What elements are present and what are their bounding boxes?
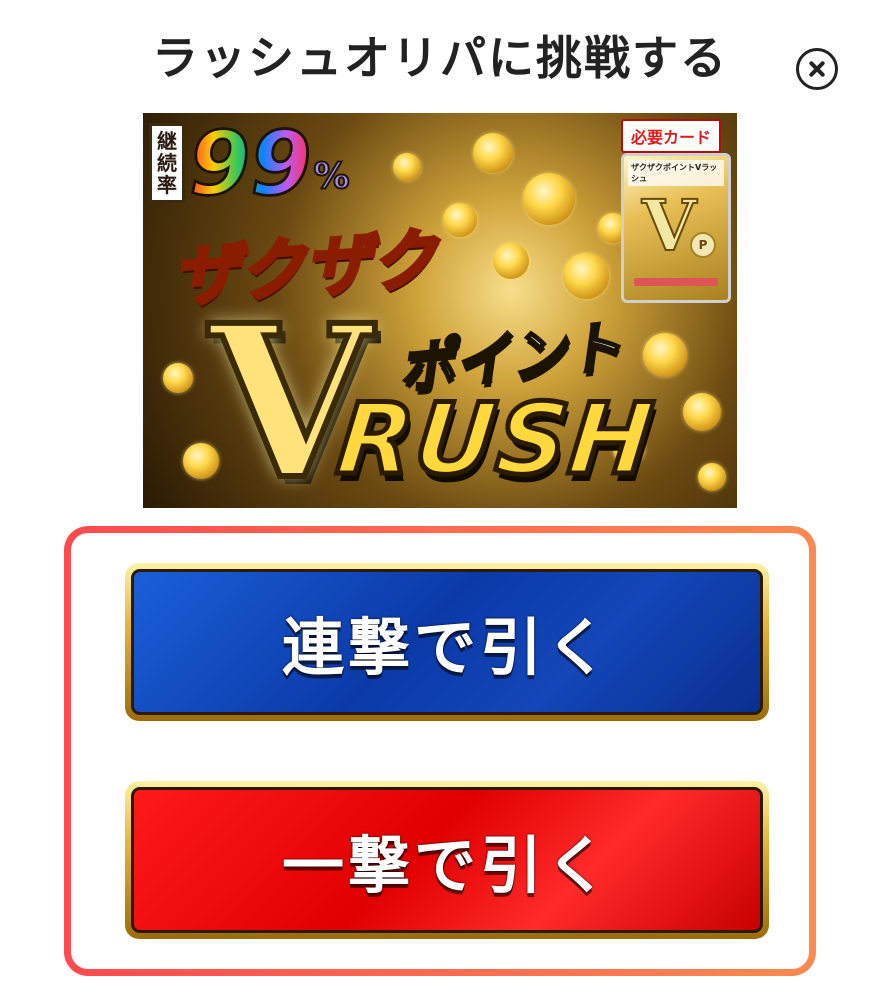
continuation-rate: 継続率 99 % [149,113,351,215]
coin [683,393,721,431]
coin [563,253,609,299]
coin [393,153,421,181]
coin [643,333,687,377]
coin [493,243,529,279]
single-draw-button[interactable]: 一撃で引く [125,781,769,939]
card-v-icon: V [641,183,697,268]
single-draw-label: 一撃で引く [281,829,612,902]
multi-draw-button[interactable]: 連撃で引く [125,563,769,721]
rate-value: 99 [187,113,312,215]
single-draw-button-face[interactable]: 一撃で引く [131,787,763,933]
card-bar [634,278,718,286]
draw-options-panel: 連撃で引く 一撃で引く [64,526,816,976]
rate-label: 継続率 [149,123,185,203]
coin [523,173,575,225]
multi-draw-button-face[interactable]: 連撃で引く [131,569,763,715]
coin [163,363,193,393]
coin [443,203,477,237]
card-name: ザクザクポイントVラッシュ [628,160,724,186]
close-icon[interactable] [796,48,838,90]
rate-unit: % [312,155,350,198]
page-title: ラッシュオリパに挑戦する [152,31,728,85]
required-card-label: 必要カード [621,119,722,153]
rush-banner: 継続率 99 % ザクザク V ポイント RUSH 必要カード ザクザクポイント… [143,113,737,508]
coin [698,463,726,491]
required-card: ザクザクポイントVラッシュ V P [621,153,731,303]
coin [473,133,513,173]
card-point-icon: P [690,232,716,258]
rush-text: RUSH [330,381,663,500]
multi-draw-label: 連撃で引く [281,611,612,684]
